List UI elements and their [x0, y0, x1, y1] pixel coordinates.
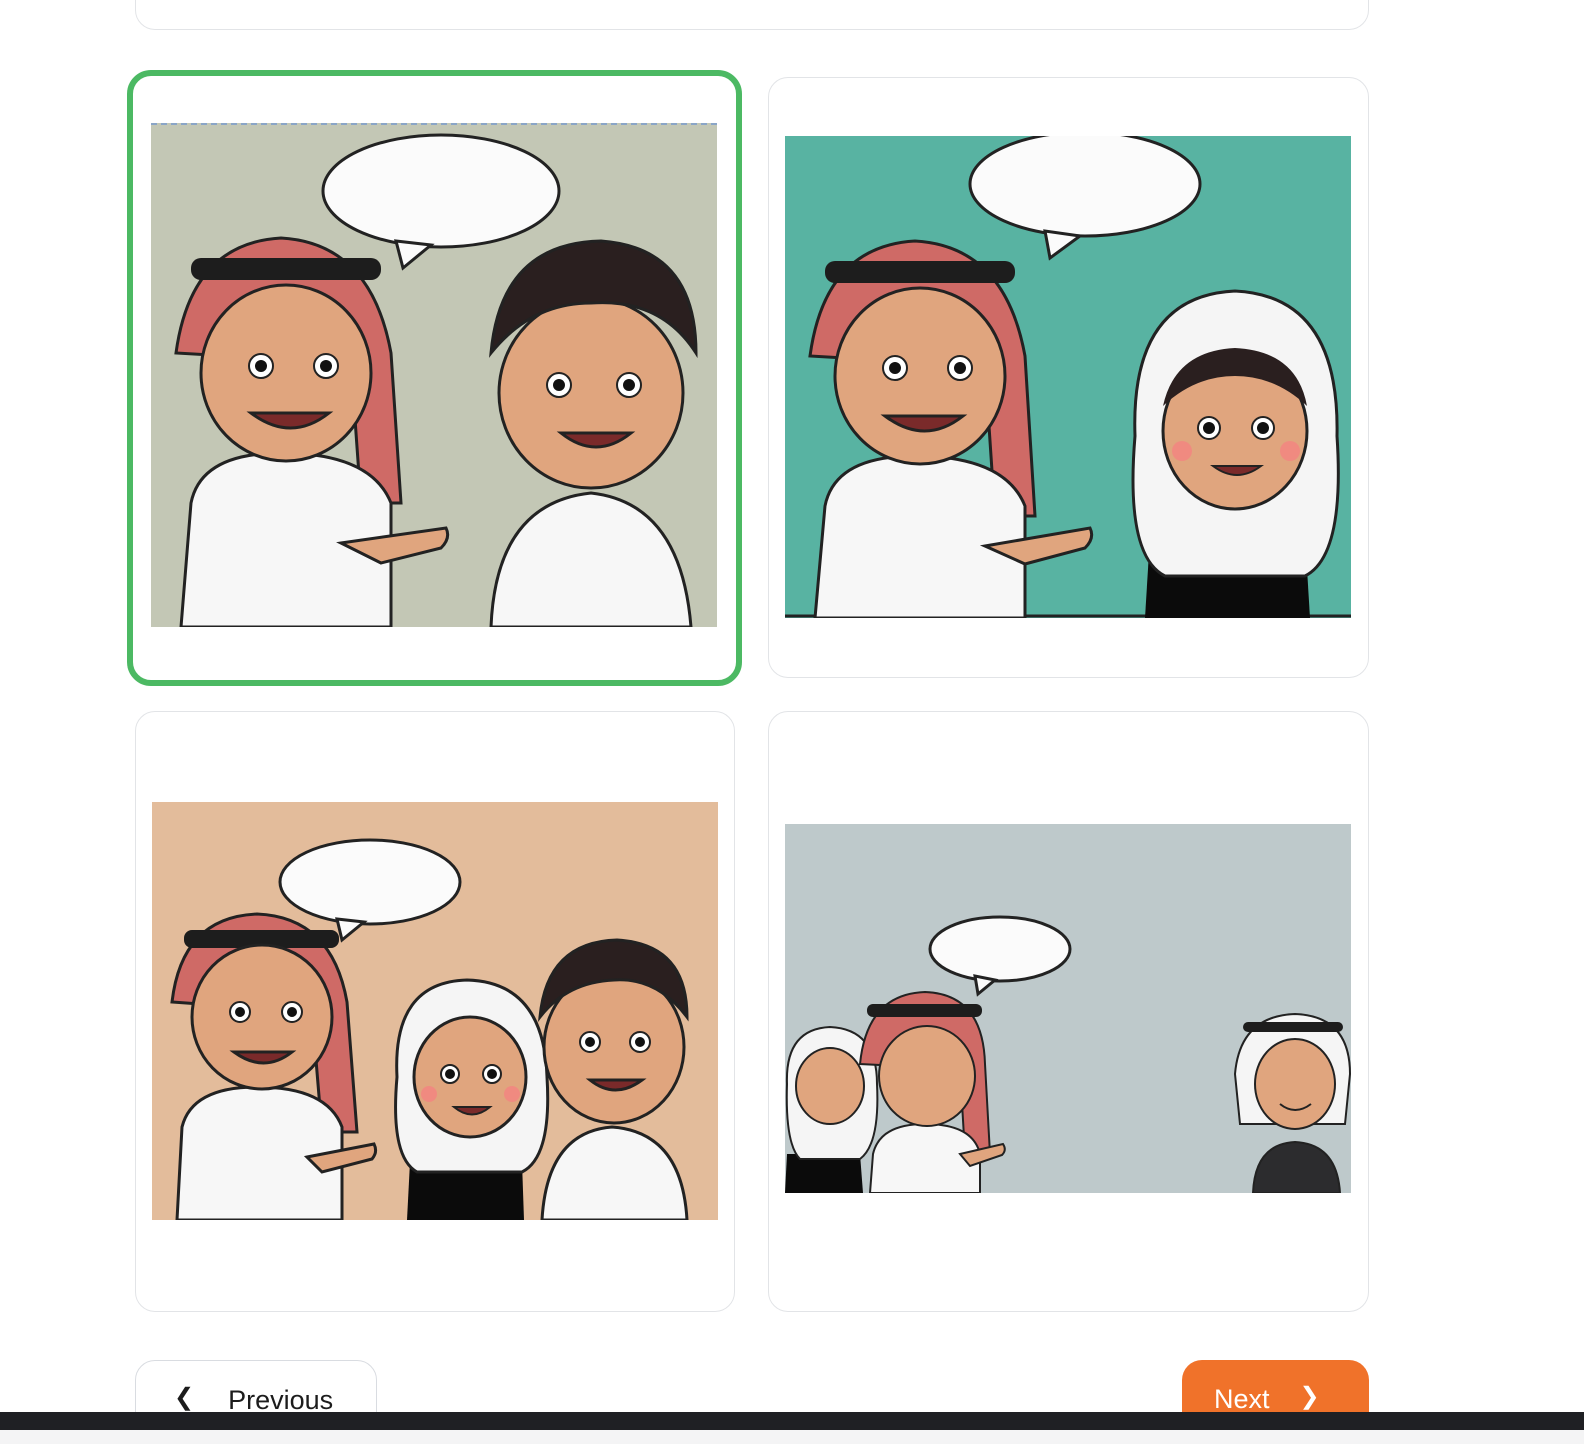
previous-content-card: [135, 0, 1369, 30]
bottom-toolbar: [0, 1412, 1584, 1444]
option-1-image: [151, 123, 717, 627]
question-page: ❮ Previous Next ❯: [0, 0, 1584, 1444]
chevron-right-icon: ❯: [1299, 1383, 1320, 1410]
answer-option-2[interactable]: [768, 77, 1369, 678]
next-button-label: Next: [1214, 1384, 1270, 1414]
answer-option-3[interactable]: [135, 711, 735, 1312]
chevron-left-icon: ❮: [174, 1384, 195, 1411]
answer-option-4[interactable]: [768, 711, 1369, 1312]
option-3-image: [152, 802, 718, 1220]
bottom-toolbar-strip: [0, 1412, 1584, 1430]
answer-option-1[interactable]: [127, 70, 742, 686]
option-2-image: [785, 136, 1351, 618]
option-4-image: [785, 824, 1351, 1193]
